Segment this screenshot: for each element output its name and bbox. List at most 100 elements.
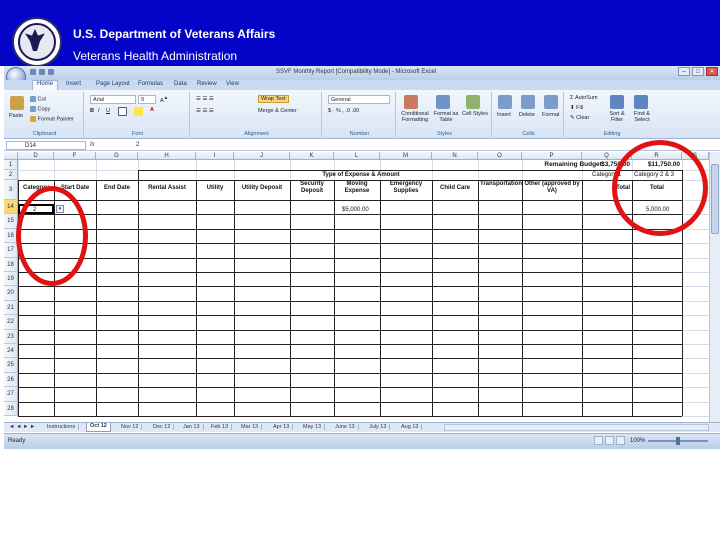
sheet-tab-active[interactable]: Oct 12 [86,423,111,432]
row-header[interactable]: 24 [4,344,18,359]
copy-button[interactable]: Copy [30,106,50,112]
row-header[interactable]: 2 [4,170,18,180]
wrap-text-button[interactable]: Wrap Text [258,95,289,103]
row-header[interactable]: 20 [4,286,18,301]
delete-cells-icon[interactable] [521,95,535,109]
borders-icon[interactable] [118,107,127,116]
sort-filter-icon[interactable] [610,95,624,109]
column-header[interactable]: L [334,152,380,160]
cell-styles-icon[interactable] [466,95,480,109]
top-align-icon[interactable]: ☰ ☰ ☰ [196,96,214,102]
delete-button[interactable]: Delete [519,112,535,118]
paste-icon[interactable] [10,96,24,110]
zoom-level[interactable]: 100% [630,438,645,444]
tab-data[interactable]: Data [174,81,187,87]
column-header[interactable]: D [18,152,54,160]
column-header[interactable]: K [290,152,334,160]
fx-icon[interactable]: fx [90,142,95,148]
fill-button[interactable]: ⬇ Fill [570,105,583,111]
name-box[interactable]: D14 [6,141,86,150]
font-name-select[interactable]: Arial [90,95,136,104]
cell-styles-button[interactable]: Cell Styles [462,111,488,118]
row-header[interactable]: 28 [4,401,18,416]
page-layout-view-icon[interactable] [605,436,614,445]
tab-formulas[interactable]: Formulas [138,81,163,87]
tab-insert[interactable]: Insert [66,81,81,87]
sheet-tab[interactable]: May 13 [300,424,326,430]
grow-font-icon[interactable]: A▲ [160,95,168,104]
underline-button[interactable]: U [106,108,110,114]
conditional-formatting-icon[interactable] [404,95,418,109]
formula-input[interactable]: 2 [136,142,139,148]
font-color-icon[interactable]: A [150,107,154,113]
column-header[interactable]: H [138,152,196,160]
column-header[interactable]: O [478,152,522,160]
zoom-slider-knob[interactable] [676,437,680,445]
italic-button[interactable]: I [98,108,100,114]
column-header[interactable]: M [380,152,432,160]
sheet-tab[interactable]: Apr 13 [270,424,294,430]
row-header[interactable]: 1 [4,160,18,170]
merge-center-button[interactable]: Merge & Center [258,108,297,114]
sheet-tab[interactable]: July 13 [366,424,391,430]
format-table-icon[interactable] [436,95,450,109]
sheet-tab[interactable]: Aug 13 [398,424,423,430]
find-select-icon[interactable] [634,95,648,109]
font-size-select[interactable]: 9 [138,95,156,104]
insert-button[interactable]: Insert [497,112,511,118]
vertical-scrollbar[interactable] [709,152,720,422]
row-header[interactable]: 18 [4,257,18,272]
sheet-tab[interactable]: June 13 [332,424,359,430]
select-all-corner[interactable] [4,152,18,160]
conditional-formatting-button[interactable]: Conditional Formatting [400,111,430,123]
column-header[interactable]: F [54,152,96,160]
save-icon[interactable] [30,69,36,75]
cut-button[interactable]: Cut [30,96,46,102]
number-format-select[interactable]: General [328,95,390,104]
sheet-tab[interactable]: Jan 13 [180,424,204,430]
row-header[interactable]: 22 [4,315,18,330]
normal-view-icon[interactable] [594,436,603,445]
row-header[interactable]: 3 [4,180,18,200]
row-header[interactable]: 26 [4,372,18,388]
format-cells-icon[interactable] [544,95,558,109]
sheet-tab[interactable]: Mar 13 [238,424,263,430]
row-header[interactable]: 21 [4,300,18,316]
tab-home[interactable]: Home [32,80,59,90]
sheet-tab[interactable]: Instructions [44,424,80,430]
column-header[interactable]: J [234,152,290,160]
tab-view[interactable]: View [226,81,239,87]
row-header[interactable]: 14 [4,200,18,215]
tab-nav-arrows-icon[interactable]: ◄ ◄ ► ► [6,424,38,430]
quick-access-toolbar[interactable] [30,69,70,77]
column-header[interactable]: G [96,152,138,160]
tab-review[interactable]: Review [197,81,217,87]
bold-button[interactable]: B [90,108,94,114]
row-header[interactable]: 25 [4,358,18,373]
fill-color-icon[interactable] [134,107,143,116]
sheet-tab[interactable]: Feb 13 [208,424,233,430]
redo-icon[interactable] [48,69,54,75]
column-header[interactable]: I [196,152,234,160]
format-painter-button[interactable]: Format Painter [30,116,74,122]
sheet-tab[interactable]: Dec 12 [150,424,175,430]
autosum-button[interactable]: Σ AutoSum [570,95,598,101]
sheet-tab[interactable]: Nov 12 [118,424,143,430]
column-header[interactable]: N [432,152,478,160]
clear-button[interactable]: ✎ Clear [570,115,589,121]
format-button[interactable]: Format [542,112,559,118]
insert-cells-icon[interactable] [498,95,512,109]
maximize-button[interactable]: □ [692,67,704,76]
find-select-button[interactable]: Find & Select [630,111,654,123]
close-button[interactable]: ✕ [706,67,718,76]
sort-filter-button[interactable]: Sort & Filter [606,111,628,123]
row-header[interactable]: 19 [4,272,18,287]
left-align-icon[interactable]: ☰ ☰ ☰ [196,108,214,114]
minimize-button[interactable]: – [678,67,690,76]
format-as-table-button[interactable]: Format as Table [432,111,460,123]
undo-icon[interactable] [39,69,45,75]
column-header[interactable]: P [522,152,582,160]
paste-button[interactable]: Paste [9,113,23,119]
row-header[interactable]: 23 [4,329,18,344]
page-break-view-icon[interactable] [616,436,625,445]
